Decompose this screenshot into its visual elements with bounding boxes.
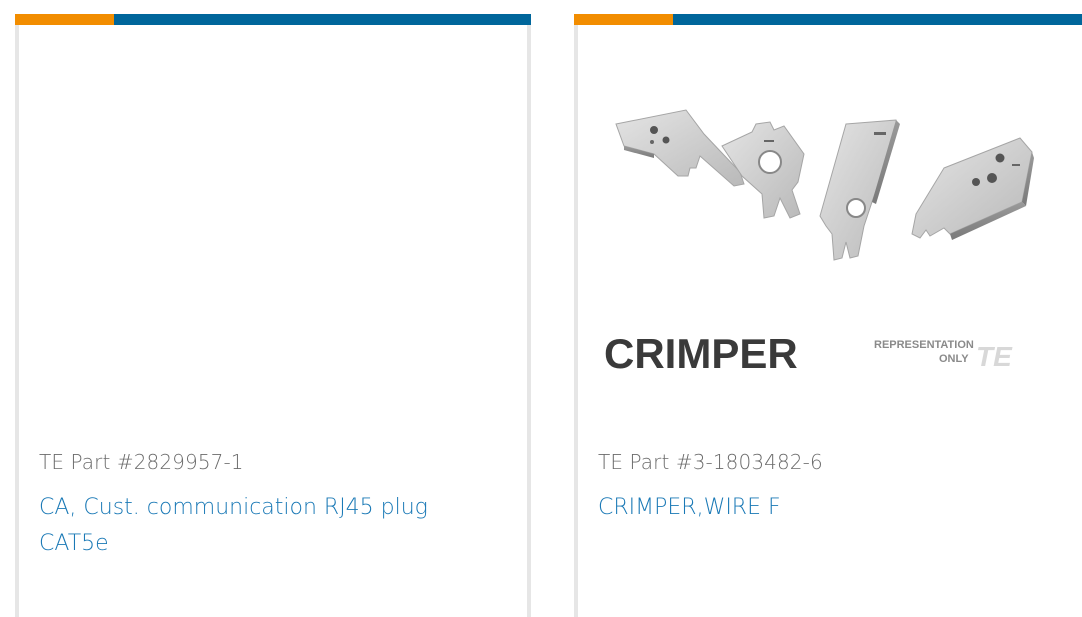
part-number: TE Part #2829957-1 [39, 450, 244, 474]
image-note-line2: ONLY [939, 353, 969, 365]
te-watermark: TE [976, 341, 1013, 372]
card-accent-bar [15, 14, 531, 25]
product-image[interactable]: CRIMPER REPRESENTATION ONLY TE [594, 94, 1064, 384]
accent-orange-segment [15, 14, 114, 25]
card-accent-bar [574, 14, 1082, 25]
product-image-placeholder [35, 94, 505, 384]
product-card[interactable]: TE Part #2829957-1 CA, Cust. communicati… [15, 14, 531, 617]
crimper-blade-3 [819, 119, 900, 261]
product-description-link[interactable]: CRIMPER,WIRE F [598, 490, 1058, 526]
product-description-link[interactable]: CA, Cust. communication RJ45 plug CAT5e [39, 490, 499, 562]
crimper-blade-4 [911, 137, 1034, 240]
image-caption: CRIMPER [604, 330, 798, 377]
accent-orange-segment [574, 14, 673, 25]
part-number: TE Part #3-1803482-6 [598, 450, 823, 474]
accent-blue-segment [114, 14, 531, 25]
image-note-line1: REPRESENTATION [874, 339, 974, 351]
accent-blue-segment [673, 14, 1082, 25]
product-card[interactable]: CRIMPER REPRESENTATION ONLY TE TE Part #… [574, 14, 1082, 617]
